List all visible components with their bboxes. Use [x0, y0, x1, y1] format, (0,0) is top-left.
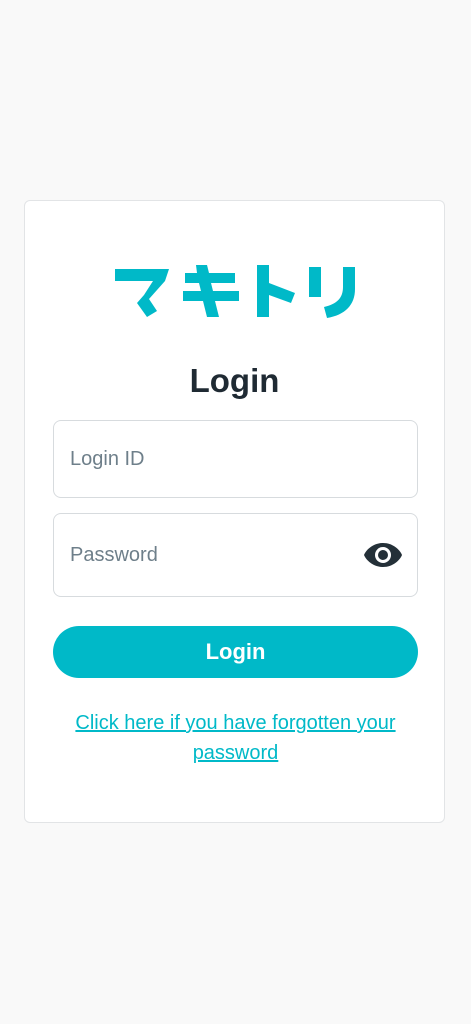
password-input[interactable]: [70, 514, 350, 596]
eye-icon[interactable]: [363, 538, 403, 572]
brand-logo: [115, 265, 355, 318]
password-field-box[interactable]: [53, 513, 418, 597]
forgot-password-link[interactable]: Click here if you have forgotten your pa…: [65, 708, 406, 768]
login-button[interactable]: Login: [53, 626, 418, 678]
login-id-input[interactable]: [70, 421, 350, 497]
page-title: Login: [189, 362, 280, 399]
login-card: Login Login Click here if you have forgo…: [24, 200, 445, 823]
login-id-field-box[interactable]: [53, 420, 418, 498]
